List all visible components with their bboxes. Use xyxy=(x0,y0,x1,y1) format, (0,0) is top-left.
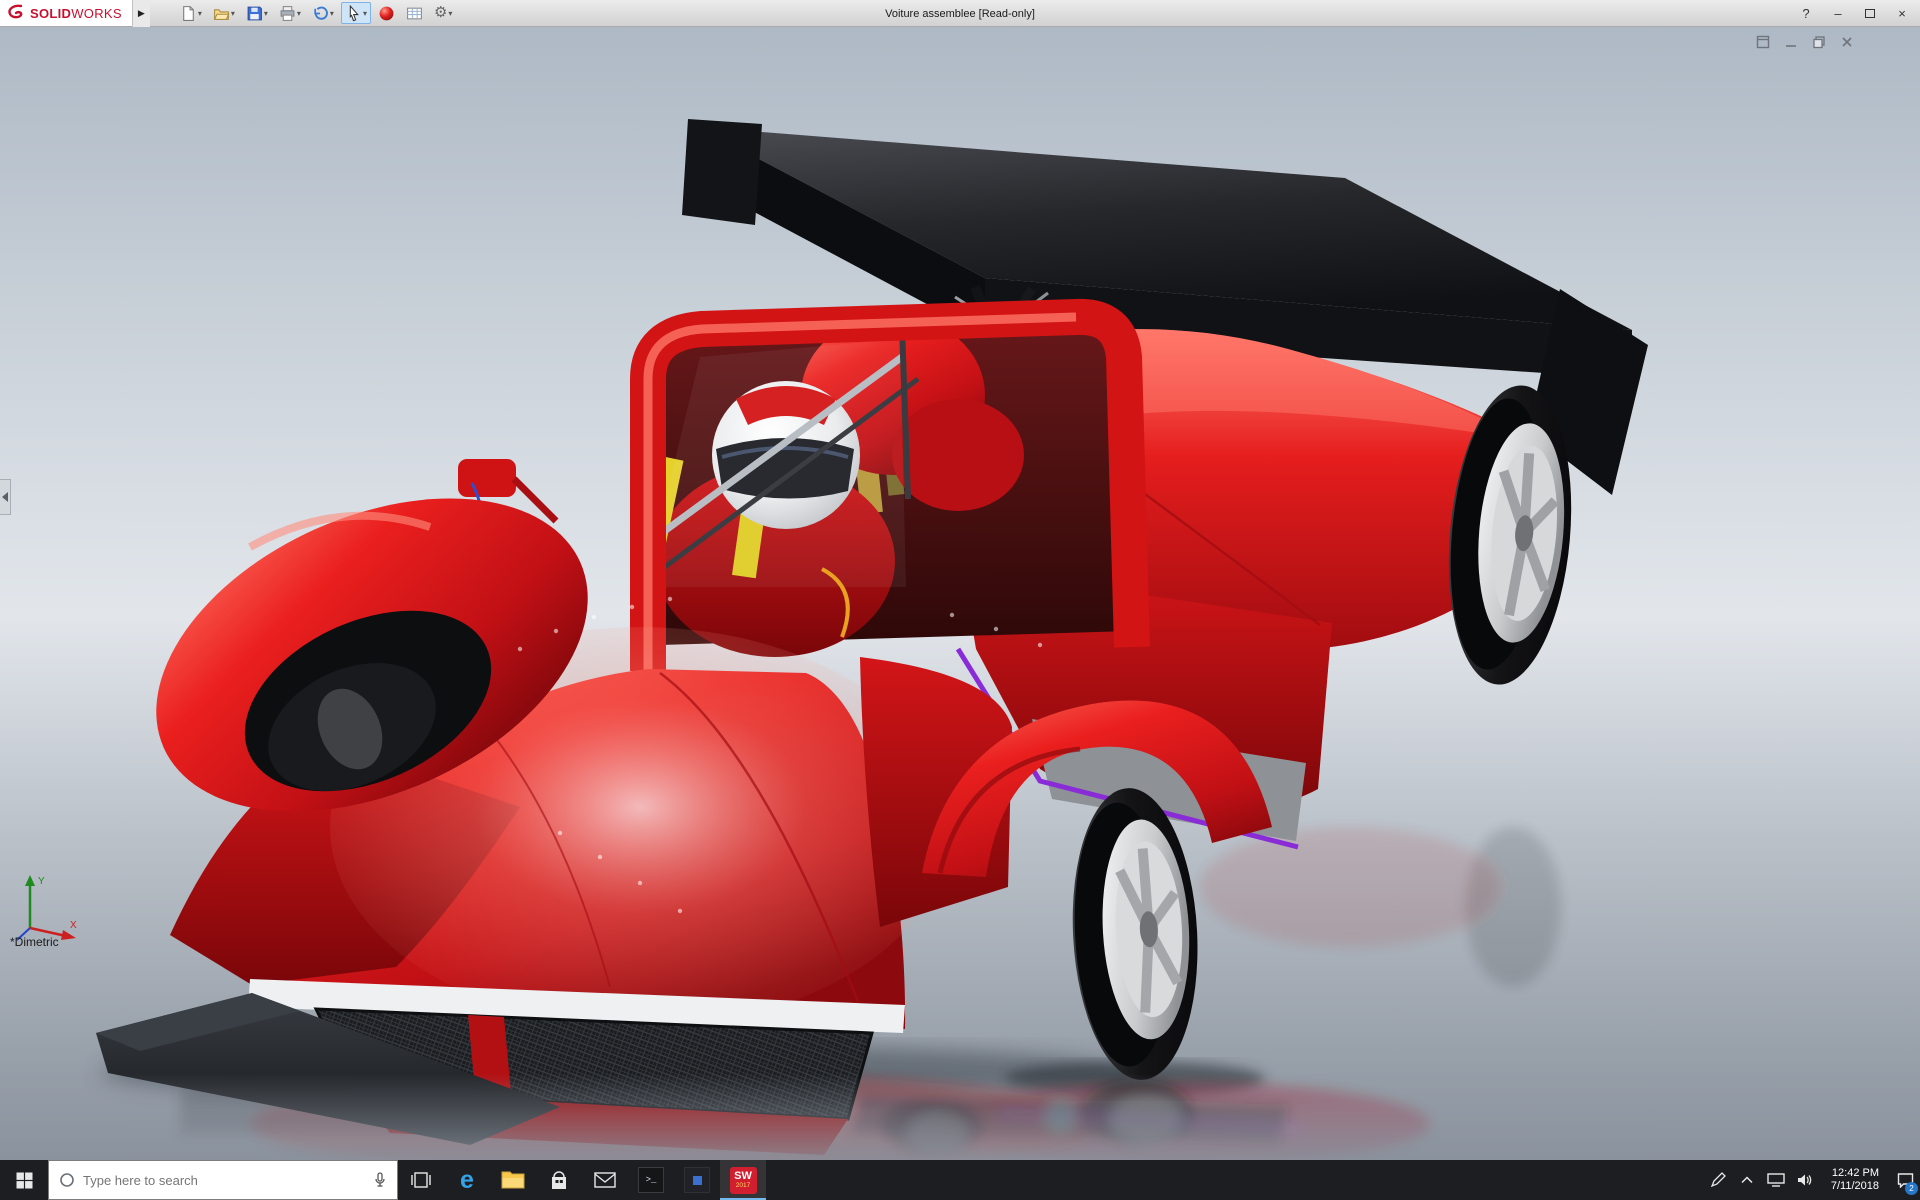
undo-icon xyxy=(314,6,328,20)
mail-button[interactable] xyxy=(582,1160,628,1200)
windows-logo-icon xyxy=(16,1172,32,1188)
task-view-button[interactable] xyxy=(398,1160,444,1200)
select-button[interactable]: ▾ xyxy=(340,2,371,24)
restore-document-button[interactable] xyxy=(1811,34,1826,49)
pen-icon xyxy=(1710,1172,1726,1188)
side-mirror xyxy=(458,459,516,497)
dassault-swirl-icon xyxy=(8,4,23,19)
view-orientation-label: *Dimetric xyxy=(10,935,59,949)
chevron-up-icon xyxy=(1741,1176,1753,1184)
edge-icon: e xyxy=(460,1166,474,1194)
mail-icon xyxy=(594,1172,616,1188)
solidworks-logo: SOLIDWORKS xyxy=(0,0,132,26)
system-tray: 12:42 PM 7/11/2018 2 xyxy=(1707,1160,1920,1200)
taskbar-clock[interactable]: 12:42 PM 7/11/2018 xyxy=(1823,1167,1887,1193)
show-hidden-icons-button[interactable] xyxy=(1736,1160,1758,1200)
3d-scene[interactable] xyxy=(0,27,1920,1160)
sheet-icon xyxy=(407,7,422,19)
dropdown-arrow-icon[interactable]: ▾ xyxy=(448,9,452,18)
drawing-sheet-button[interactable] xyxy=(402,2,427,24)
search-input[interactable] xyxy=(83,1172,365,1188)
app-window-button[interactable] xyxy=(674,1160,720,1200)
dropdown-arrow-icon[interactable]: ▾ xyxy=(330,9,334,18)
clock-time: 12:42 PM xyxy=(1831,1167,1879,1179)
action-center-button[interactable]: 2 xyxy=(1894,1160,1918,1200)
brand-text: SOLIDWORKS xyxy=(30,5,122,21)
titlebar: SOLIDWORKS ▶ ▾ ▾ ▾ ▾ ▾ ▾ ⚙ ▾ Voiture ass… xyxy=(0,0,1920,27)
command-prompt-button[interactable]: >_ xyxy=(628,1160,674,1200)
dropdown-arrow-icon[interactable]: ▾ xyxy=(297,9,301,18)
print-icon xyxy=(280,5,295,21)
file-explorer-icon xyxy=(501,1171,525,1189)
app-window-icon xyxy=(684,1167,710,1193)
close-document-button[interactable] xyxy=(1839,34,1854,49)
task-view-icon xyxy=(411,1172,431,1188)
maximize-button[interactable] xyxy=(1856,3,1884,24)
clock-date: 7/11/2018 xyxy=(1830,1180,1879,1192)
new-document-icon xyxy=(183,5,194,21)
close-button[interactable]: × xyxy=(1888,3,1916,24)
edge-button[interactable]: e xyxy=(444,1160,490,1200)
notification-badge: 2 xyxy=(1905,1182,1918,1195)
cortana-circle-icon xyxy=(60,1173,74,1187)
minimize-document-button[interactable] xyxy=(1783,34,1798,49)
minimize-button[interactable]: – xyxy=(1824,3,1852,24)
edit-appearance-button[interactable] xyxy=(374,2,399,24)
dropdown-arrow-icon[interactable]: ▾ xyxy=(231,9,235,18)
open-button[interactable]: ▾ xyxy=(209,2,239,24)
maximize-icon xyxy=(1865,9,1875,18)
network-icon xyxy=(1767,1173,1785,1187)
microphone-icon[interactable] xyxy=(373,1172,387,1188)
save-button[interactable]: ▾ xyxy=(242,2,272,24)
save-icon xyxy=(247,6,262,20)
select-cursor-icon xyxy=(349,4,359,21)
file-explorer-button[interactable] xyxy=(490,1160,536,1200)
dropdown-arrow-icon[interactable]: ▾ xyxy=(264,9,268,18)
new-document-button[interactable]: ▾ xyxy=(176,2,206,24)
windows-taskbar: e >_ SW 2017 xyxy=(0,1160,1920,1200)
options-button[interactable]: ⚙ ▾ xyxy=(430,2,456,24)
appearance-sphere-icon xyxy=(379,6,394,20)
network-button[interactable] xyxy=(1765,1160,1787,1200)
solidworks-app-icon: SW 2017 xyxy=(729,1166,757,1194)
feature-panel-collapse-tab[interactable] xyxy=(0,479,11,515)
start-button[interactable] xyxy=(0,1160,48,1200)
open-folder-icon xyxy=(213,8,230,20)
print-button[interactable]: ▾ xyxy=(275,2,305,24)
window-controls: ? – × xyxy=(1792,0,1916,27)
taskbar-search[interactable] xyxy=(48,1160,398,1200)
dropdown-arrow-icon[interactable]: ▾ xyxy=(363,9,367,18)
floor-fade xyxy=(0,1073,1920,1160)
gear-icon: ⚙ xyxy=(433,4,448,21)
windows-ink-button[interactable] xyxy=(1707,1160,1729,1200)
quick-toolbar: ▾ ▾ ▾ ▾ ▾ ▾ ⚙ ▾ xyxy=(176,2,457,24)
command-prompt-icon: >_ xyxy=(638,1167,664,1193)
undo-button[interactable]: ▾ xyxy=(308,2,338,24)
restore-panel-button[interactable] xyxy=(1755,34,1770,49)
collapse-arrow-icon xyxy=(2,492,8,502)
graphics-viewport[interactable]: Y X *Dimetric xyxy=(0,27,1920,1160)
volume-button[interactable] xyxy=(1794,1160,1816,1200)
dropdown-arrow-icon[interactable]: ▾ xyxy=(198,9,202,18)
volume-icon xyxy=(1797,1174,1812,1186)
triad-x-label: X xyxy=(70,920,77,931)
document-window-controls xyxy=(1755,34,1854,49)
solidworks-app-button[interactable]: SW 2017 xyxy=(720,1160,766,1200)
triad-y-label: Y xyxy=(38,876,45,887)
menu-expand-button[interactable]: ▶ xyxy=(131,0,150,27)
store-icon xyxy=(552,1171,566,1189)
store-button[interactable] xyxy=(536,1160,582,1200)
help-button[interactable]: ? xyxy=(1792,3,1820,24)
